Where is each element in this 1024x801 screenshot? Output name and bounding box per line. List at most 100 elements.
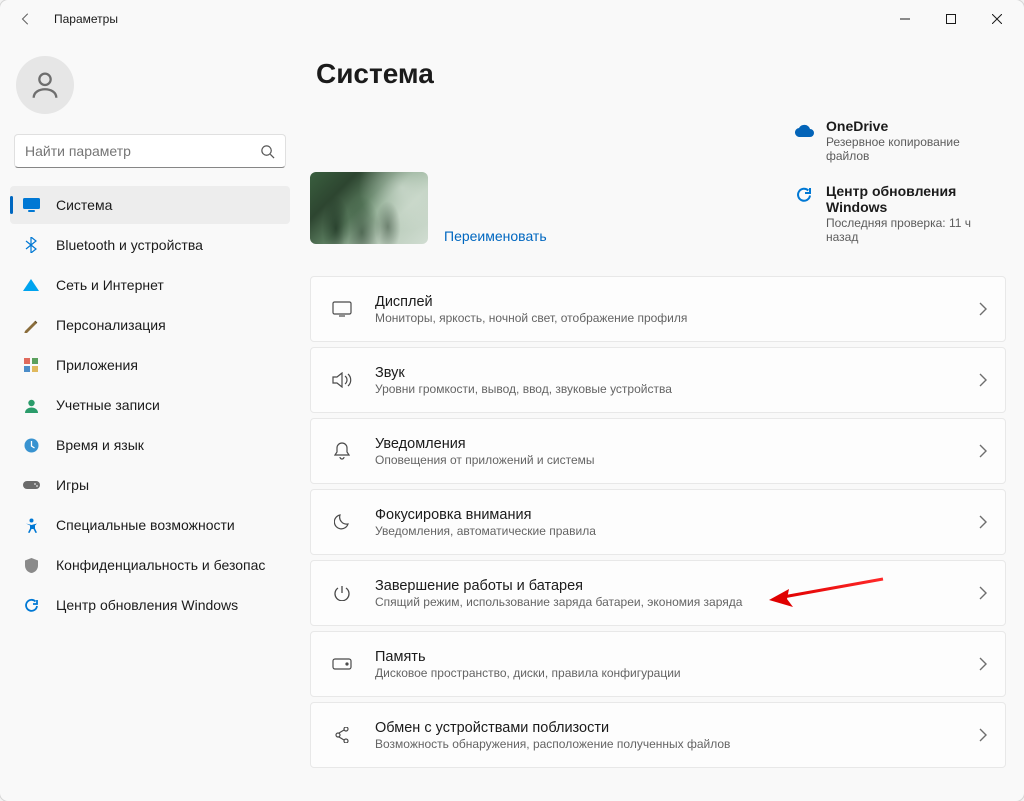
setting-power[interactable]: Завершение работы и батарея Спящий режим… xyxy=(310,560,1006,626)
sidebar-item-label: Игры xyxy=(56,477,89,493)
bluetooth-icon xyxy=(22,236,40,254)
setting-sub: Возможность обнаружения, расположение по… xyxy=(375,737,730,751)
accounts-icon xyxy=(22,396,40,414)
chevron-right-icon xyxy=(979,728,987,742)
setting-title: Уведомления xyxy=(375,436,595,452)
setting-text: Память Дисковое пространство, диски, пра… xyxy=(375,649,681,680)
update-card[interactable]: Центр обновления Windows Последняя прове… xyxy=(794,183,1006,244)
search-input[interactable] xyxy=(25,143,260,159)
device-box: Переименовать xyxy=(310,118,547,244)
sidebar-item-accounts[interactable]: Учетные записи xyxy=(10,386,290,424)
setting-text: Звук Уровни громкости, вывод, ввод, звук… xyxy=(375,365,672,396)
setting-sub: Оповещения от приложений и системы xyxy=(375,453,595,467)
setting-title: Завершение работы и батарея xyxy=(375,578,742,594)
sidebar-item-personalization[interactable]: Персонализация xyxy=(10,306,290,344)
sound-icon xyxy=(325,372,359,388)
sidebar-item-update[interactable]: Центр обновления Windows xyxy=(10,586,290,624)
sidebar-item-privacy[interactable]: Конфиденциальность и безопас xyxy=(10,546,290,584)
page-title: Система xyxy=(316,58,1006,90)
search-box[interactable] xyxy=(14,134,286,168)
avatar xyxy=(16,56,74,114)
profile-section[interactable] xyxy=(8,38,292,134)
setting-text: Завершение работы и батарея Спящий режим… xyxy=(375,578,742,609)
minimize-button[interactable] xyxy=(882,3,928,35)
sidebar-item-label: Специальные возможности xyxy=(56,517,235,533)
onedrive-text: OneDrive Резервное копирование файлов xyxy=(826,118,1006,163)
setting-sound[interactable]: Звук Уровни громкости, вывод, ввод, звук… xyxy=(310,347,1006,413)
setting-sub: Дисковое пространство, диски, правила ко… xyxy=(375,666,681,680)
sidebar-item-accessibility[interactable]: Специальные возможности xyxy=(10,506,290,544)
chevron-right-icon xyxy=(979,444,987,458)
sidebar-item-label: Сеть и Интернет xyxy=(56,277,164,293)
annotation-arrow xyxy=(765,575,885,611)
chevron-right-icon xyxy=(979,657,987,671)
setting-sub: Уведомления, автоматические правила xyxy=(375,524,596,538)
sidebar-item-label: Время и язык xyxy=(56,437,144,453)
sidebar-item-label: Система xyxy=(56,197,112,213)
setting-share[interactable]: Обмен с устройствами поблизости Возможно… xyxy=(310,702,1006,768)
setting-display[interactable]: Дисплей Мониторы, яркость, ночной свет, … xyxy=(310,276,1006,342)
setting-title: Фокусировка внимания xyxy=(375,507,596,523)
setting-text: Обмен с устройствами поблизости Возможно… xyxy=(375,720,730,751)
storage-icon xyxy=(325,658,359,670)
update-title: Центр обновления Windows xyxy=(826,183,1006,215)
sidebar-item-label: Конфиденциальность и безопас xyxy=(56,557,265,573)
setting-title: Звук xyxy=(375,365,672,381)
update-text: Центр обновления Windows Последняя прове… xyxy=(826,183,1006,244)
window-title: Параметры xyxy=(54,12,118,26)
windows-update-icon xyxy=(794,185,814,205)
chevron-right-icon xyxy=(979,302,987,316)
onedrive-sub: Резервное копирование файлов xyxy=(826,135,1006,163)
update-sub: Последняя проверка: 11 ч назад xyxy=(826,216,1006,244)
sidebar-item-label: Bluetooth и устройства xyxy=(56,237,203,253)
setting-title: Память xyxy=(375,649,681,665)
window-controls xyxy=(882,3,1020,35)
chevron-right-icon xyxy=(979,586,987,600)
sidebar-item-bluetooth[interactable]: Bluetooth и устройства xyxy=(10,226,290,264)
moon-icon xyxy=(325,514,359,530)
nav-list: Система Bluetooth и устройства Сеть и Ин… xyxy=(8,186,292,624)
onedrive-icon xyxy=(794,120,814,140)
setting-notifications[interactable]: Уведомления Оповещения от приложений и с… xyxy=(310,418,1006,484)
back-button[interactable] xyxy=(12,5,40,33)
bell-icon xyxy=(325,442,359,460)
network-icon xyxy=(22,276,40,294)
rename-link[interactable]: Переименовать xyxy=(444,228,547,246)
gaming-icon xyxy=(22,476,40,494)
sidebar-item-label: Персонализация xyxy=(56,317,166,333)
system-icon xyxy=(22,196,40,214)
sidebar-item-gaming[interactable]: Игры xyxy=(10,466,290,504)
wallpaper-thumb[interactable] xyxy=(310,172,428,244)
setting-title: Обмен с устройствами поблизости xyxy=(375,720,730,736)
privacy-icon xyxy=(22,556,40,574)
settings-list: Дисплей Мониторы, яркость, ночной свет, … xyxy=(310,276,1006,768)
apps-icon xyxy=(22,356,40,374)
setting-sub: Уровни громкости, вывод, ввод, звуковые … xyxy=(375,382,672,396)
sidebar-item-time[interactable]: Время и язык xyxy=(10,426,290,464)
personalization-icon xyxy=(22,316,40,334)
close-button[interactable] xyxy=(974,3,1020,35)
sidebar-item-label: Учетные записи xyxy=(56,397,160,413)
setting-text: Уведомления Оповещения от приложений и с… xyxy=(375,436,595,467)
sidebar-item-label: Центр обновления Windows xyxy=(56,597,238,613)
onedrive-card[interactable]: OneDrive Резервное копирование файлов xyxy=(794,118,1006,163)
sidebar-item-label: Приложения xyxy=(56,357,138,373)
share-icon xyxy=(325,727,359,743)
setting-sub: Мониторы, яркость, ночной свет, отображе… xyxy=(375,311,687,325)
setting-sub: Спящий режим, использование заряда батар… xyxy=(375,595,742,609)
chevron-right-icon xyxy=(979,373,987,387)
time-icon xyxy=(22,436,40,454)
sidebar-item-apps[interactable]: Приложения xyxy=(10,346,290,384)
maximize-button[interactable] xyxy=(928,3,974,35)
sidebar-item-network[interactable]: Сеть и Интернет xyxy=(10,266,290,304)
setting-text: Фокусировка внимания Уведомления, автома… xyxy=(375,507,596,538)
accessibility-icon xyxy=(22,516,40,534)
search-icon xyxy=(260,144,275,159)
setting-text: Дисплей Мониторы, яркость, ночной свет, … xyxy=(375,294,687,325)
onedrive-title: OneDrive xyxy=(826,118,1006,134)
setting-storage[interactable]: Память Дисковое пространство, диски, пра… xyxy=(310,631,1006,697)
info-cards: OneDrive Резервное копирование файлов Це… xyxy=(794,118,1006,244)
setting-focus[interactable]: Фокусировка внимания Уведомления, автома… xyxy=(310,489,1006,555)
display-icon xyxy=(325,301,359,317)
sidebar-item-system[interactable]: Система xyxy=(10,186,290,224)
